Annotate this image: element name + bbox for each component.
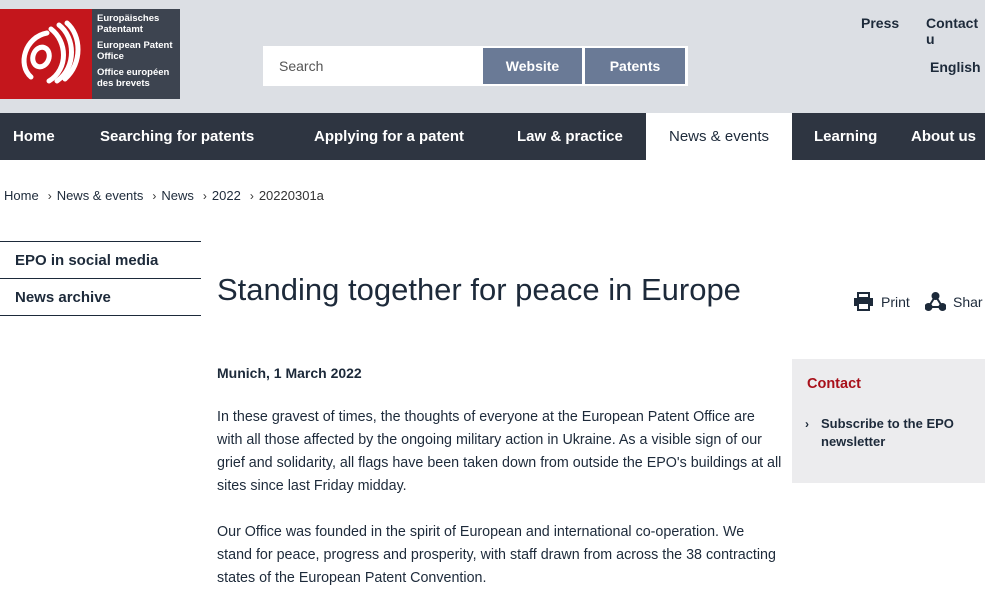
search-website-button[interactable]: Website (483, 48, 582, 84)
contact-box-title: Contact (807, 376, 861, 392)
breadcrumb-news-events[interactable]: News & events (57, 188, 144, 203)
chevron-right-icon: › (152, 188, 157, 203)
page-title: Standing together for peace in Europe (217, 272, 741, 307)
nav-item-about-us[interactable]: About us (911, 113, 976, 160)
press-link[interactable]: Press (861, 15, 899, 31)
sidebar: EPO in social media News archive (0, 241, 201, 316)
nav-item-searching-for-patents[interactable]: Searching for patents (100, 113, 254, 160)
nav-item-home[interactable]: Home (13, 113, 55, 160)
logo-line-fr: Office européen des brevets (97, 67, 170, 89)
logo-line-de: Europäisches Patentamt (97, 13, 160, 35)
print-label: Print (881, 293, 910, 310)
nav-item-learning[interactable]: Learning (814, 113, 877, 160)
breadcrumb-2022[interactable]: 2022 (212, 188, 241, 203)
subscribe-newsletter-label: Subscribe to the EPO newsletter (821, 416, 954, 449)
search-input[interactable] (263, 46, 483, 86)
chevron-right-icon: › (805, 417, 809, 431)
language-selector[interactable]: English (930, 59, 981, 75)
breadcrumb-news[interactable]: News (161, 188, 194, 203)
contact-box: Contact › Subscribe to the EPO newslette… (792, 359, 985, 483)
article-dateline: Munich, 1 March 2022 (217, 365, 362, 381)
breadcrumb: Home › News & events › News › 2022 › 202… (4, 188, 324, 203)
article-paragraph-1: In these gravest of times, the thoughts … (217, 409, 782, 494)
subscribe-newsletter-link[interactable]: › Subscribe to the EPO newsletter (805, 415, 980, 451)
print-button[interactable]: Print (853, 292, 910, 311)
logo-line-en: European Patent Office (97, 40, 173, 62)
contact-link[interactable]: Contact u (926, 15, 985, 47)
epo-logo-text: Europäisches Patentamt European Patent O… (92, 9, 180, 99)
search-patents-button[interactable]: Patents (585, 48, 685, 84)
nav-item-law-practice[interactable]: Law & practice (517, 113, 623, 160)
article-paragraph-2: Our Office was founded in the spirit of … (217, 524, 776, 586)
search-bar: Website Patents (263, 46, 688, 86)
sidebar-item-news-archive[interactable]: News archive (0, 279, 201, 316)
sidebar-item-social-media[interactable]: EPO in social media (0, 242, 201, 279)
epo-logo-mark (0, 9, 92, 99)
chevron-right-icon: › (202, 188, 207, 203)
nav-item-applying-for-a-patent[interactable]: Applying for a patent (314, 113, 464, 160)
nav-item-news-events[interactable]: News & events (646, 113, 793, 160)
epo-logo[interactable]: Europäisches Patentamt European Patent O… (0, 9, 180, 99)
chevron-right-icon: › (249, 188, 254, 203)
share-label: Shar (953, 293, 983, 310)
share-button[interactable]: Shar (925, 292, 983, 311)
chevron-right-icon: › (47, 188, 52, 203)
site-header: Europäisches Patentamt European Patent O… (0, 0, 985, 113)
breadcrumb-home[interactable]: Home (4, 188, 39, 203)
share-icon (925, 292, 946, 311)
print-icon (854, 292, 873, 311)
breadcrumb-current: 20220301a (258, 188, 324, 203)
main-navigation: Home Searching for patents Applying for … (0, 113, 985, 160)
